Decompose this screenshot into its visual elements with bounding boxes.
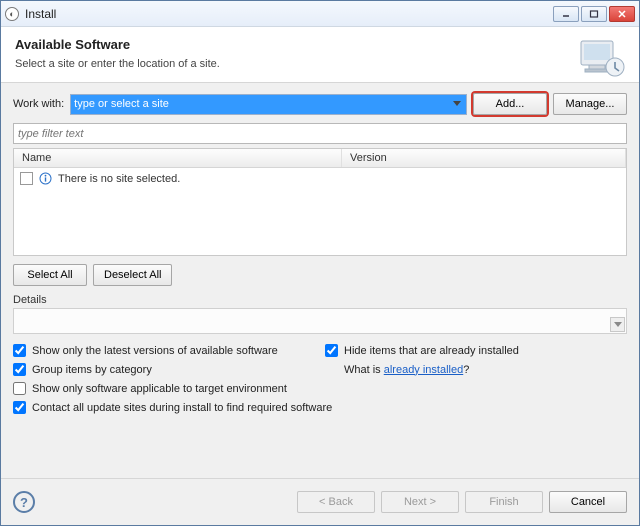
chevron-down-icon[interactable] bbox=[449, 96, 465, 113]
workwith-label: Work with: bbox=[13, 98, 64, 110]
opt-contact-checkbox[interactable] bbox=[13, 401, 26, 414]
filter-input[interactable] bbox=[13, 123, 627, 144]
manage-button[interactable]: Manage... bbox=[553, 93, 627, 115]
empty-message: There is no site selected. bbox=[58, 173, 180, 185]
details-label: Details bbox=[13, 294, 627, 306]
opt-contact[interactable]: Contact all update sites during install … bbox=[13, 401, 627, 414]
opt-applicable[interactable]: Show only software applicable to target … bbox=[13, 382, 315, 395]
software-table: Name Version There is no site selected. bbox=[13, 148, 627, 256]
wizard-header: Available Software Select a site or ente… bbox=[1, 27, 639, 83]
table-row: There is no site selected. bbox=[20, 172, 620, 185]
page-title: Available Software bbox=[15, 37, 625, 52]
close-button[interactable] bbox=[609, 6, 635, 22]
column-name[interactable]: Name bbox=[14, 149, 342, 167]
cancel-button[interactable]: Cancel bbox=[549, 491, 627, 513]
opt-group[interactable]: Group items by category bbox=[13, 363, 315, 376]
titlebar[interactable]: ◐ Install bbox=[1, 1, 639, 27]
next-button[interactable]: Next > bbox=[381, 491, 459, 513]
info-icon bbox=[39, 172, 52, 185]
workwith-combo[interactable] bbox=[70, 94, 467, 115]
window-title: Install bbox=[25, 7, 553, 21]
opt-hide-checkbox[interactable] bbox=[325, 344, 338, 357]
maximize-button[interactable] bbox=[581, 6, 607, 22]
details-scroll-down[interactable] bbox=[610, 317, 625, 332]
add-button[interactable]: Add... bbox=[473, 93, 547, 115]
workwith-input[interactable] bbox=[70, 94, 467, 115]
opt-latest[interactable]: Show only the latest versions of availab… bbox=[13, 344, 315, 357]
install-wizard-icon bbox=[575, 35, 629, 83]
already-installed-link[interactable]: already installed bbox=[384, 364, 464, 376]
app-icon: ◐ bbox=[5, 7, 19, 21]
select-all-button[interactable]: Select All bbox=[13, 264, 87, 286]
minimize-button[interactable] bbox=[553, 6, 579, 22]
column-version[interactable]: Version bbox=[342, 149, 626, 167]
whatis-line: What is already installed? bbox=[325, 363, 627, 376]
back-button[interactable]: < Back bbox=[297, 491, 375, 513]
install-dialog: ◐ Install Available Software Select a si… bbox=[0, 0, 640, 526]
opt-latest-checkbox[interactable] bbox=[13, 344, 26, 357]
deselect-all-button[interactable]: Deselect All bbox=[93, 264, 172, 286]
opt-group-checkbox[interactable] bbox=[13, 363, 26, 376]
details-area bbox=[13, 308, 627, 334]
help-button[interactable]: ? bbox=[13, 491, 35, 513]
row-checkbox[interactable] bbox=[20, 172, 33, 185]
page-subtitle: Select a site or enter the location of a… bbox=[15, 58, 625, 70]
wizard-footer: ? < Back Next > Finish Cancel bbox=[1, 478, 639, 525]
finish-button[interactable]: Finish bbox=[465, 491, 543, 513]
opt-applicable-checkbox[interactable] bbox=[13, 382, 26, 395]
opt-hide[interactable]: Hide items that are already installed bbox=[325, 344, 627, 357]
